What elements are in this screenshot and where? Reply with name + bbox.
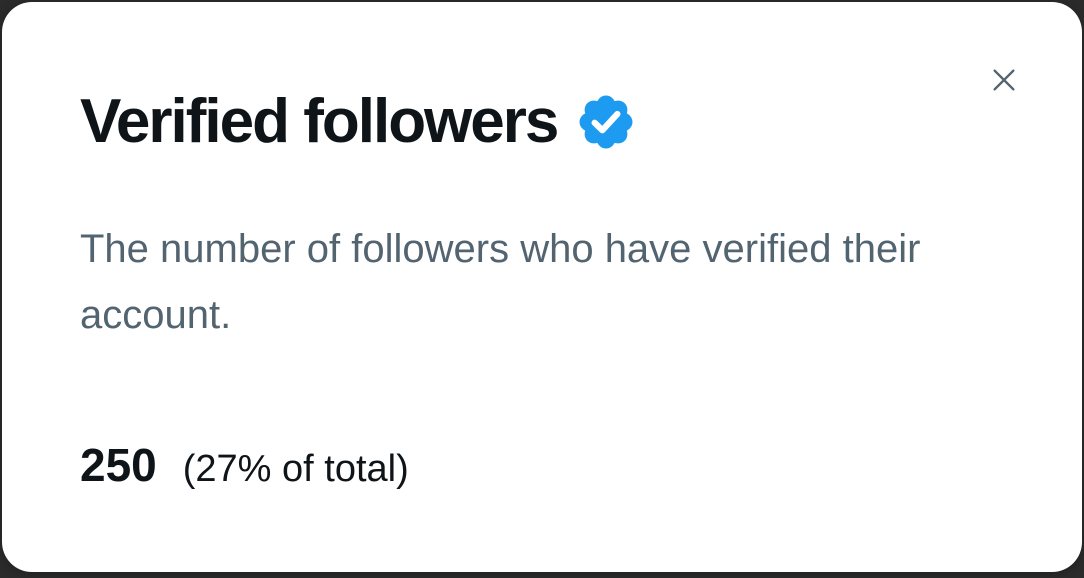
- verified-badge-icon: [575, 91, 637, 153]
- verified-followers-percentage: (27% of total): [182, 448, 409, 490]
- close-button[interactable]: [982, 58, 1026, 102]
- verified-followers-stats: 250 (27% of total): [80, 438, 409, 492]
- close-icon: [993, 69, 1015, 91]
- dialog-title: Verified followers: [80, 87, 559, 156]
- verified-followers-dialog: Verified followers The number of followe…: [2, 2, 1082, 572]
- dialog-description: The number of followers who have verifie…: [80, 227, 921, 337]
- verified-followers-count: 250: [80, 439, 157, 491]
- dialog-header: Verified followers: [80, 84, 637, 160]
